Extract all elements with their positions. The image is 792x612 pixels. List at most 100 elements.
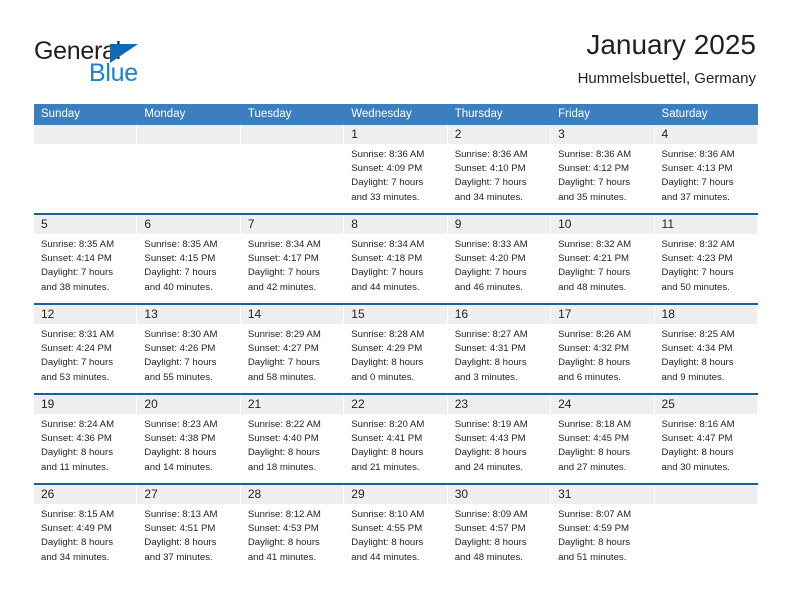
day-detail-line: Sunset: 4:49 PM: [41, 523, 112, 535]
day-detail-line: Sunset: 4:34 PM: [661, 343, 733, 355]
calendar-day-cell[interactable]: 24 Sunrise: 8:18 AM Sunset: 4:45 PM Dayligh…: [551, 395, 655, 483]
calendar-page: General Blue January 2025 Hummelsbuettel…: [0, 0, 792, 612]
day-number: 12: [41, 307, 55, 321]
day-detail-line: Sunset: 4:38 PM: [144, 433, 216, 445]
calendar-day-cell[interactable]: 1 Sunrise: 8:36 AM Sunset: 4:09 PM Daylight…: [344, 125, 448, 213]
calendar-day-cell[interactable]: 22 Sunrise: 8:20 AM Sunset: 4:41 PM Dayligh…: [344, 395, 448, 483]
calendar-day-cell[interactable]: 9 Sunrise: 8:33 AM Sunset: 4:20 PM Daylight…: [447, 215, 552, 303]
calendar-day-cell[interactable]: 31 Sunrise: 8:07 AM Sunset: 4:59 PM Dayligh…: [551, 485, 655, 573]
calendar-day-cell[interactable]: 7 Sunrise: 8:34 AM Sunset: 4:17 PM Daylight…: [240, 215, 345, 303]
day-detail-line: and 46 minutes.: [454, 281, 523, 293]
day-details: Sunrise: 8:35 AM Sunset: 4:14 PM Daylight:…: [34, 234, 136, 295]
day-number-band: [137, 125, 240, 144]
calendar-day-cell[interactable]: 2 Sunrise: 8:36 AM Sunset: 4:10 PM Daylight…: [447, 125, 552, 213]
day-detail-line: and 18 minutes.: [247, 461, 317, 473]
day-number: 15: [351, 307, 365, 321]
day-detail-line: Sunrise: 8:24 AM: [41, 419, 115, 430]
calendar-day-cell[interactable]: 8 Sunrise: 8:34 AM Sunset: 4:18 PM Daylight…: [344, 215, 448, 303]
day-detail-line: Daylight: 7 hours: [144, 357, 217, 369]
day-details: Sunrise: 8:32 AM Sunset: 4:21 PM Daylight:…: [551, 234, 653, 295]
day-details: Sunrise: 8:09 AM Sunset: 4:57 PM Daylight:…: [448, 504, 550, 565]
day-detail-line: and 48 minutes.: [558, 281, 627, 293]
calendar-day-cell[interactable]: 26 Sunrise: 8:15 AM Sunset: 4:49 PM Dayligh…: [34, 485, 138, 573]
day-detail-line: Daylight: 8 hours: [144, 447, 217, 459]
calendar-day-cell[interactable]: 15 Sunrise: 8:28 AM Sunset: 4:29 PM Dayligh…: [344, 305, 448, 393]
day-detail-line: Sunset: 4:10 PM: [454, 163, 526, 175]
day-detail-line: Daylight: 8 hours: [454, 537, 527, 549]
day-detail-line: Sunrise: 8:28 AM: [351, 329, 425, 340]
day-of-week-header-row: Sunday Monday Tuesday Wednesday Thursday Frid…: [34, 104, 758, 125]
calendar-day-cell-empty: [137, 125, 241, 213]
day-number-band: 2: [447, 125, 551, 144]
day-detail-line: Sunrise: 8:35 AM: [41, 239, 115, 250]
day-detail-line: and 55 minutes.: [144, 371, 213, 383]
day-detail-line: and 0 minutes.: [351, 371, 415, 383]
day-number-band: 29: [344, 485, 447, 504]
calendar-day-cell[interactable]: 27 Sunrise: 8:13 AM Sunset: 4:51 PM Dayligh…: [137, 485, 241, 573]
calendar-day-cell[interactable]: 11 Sunrise: 8:32 AM Sunset: 4:23 PM Dayligh…: [654, 215, 758, 303]
day-detail-line: Sunrise: 8:32 AM: [661, 239, 735, 250]
calendar-day-cell[interactable]: 14 Sunrise: 8:29 AM Sunset: 4:27 PM Dayligh…: [240, 305, 345, 393]
day-number-band: 26: [34, 485, 137, 504]
day-detail-line: Sunrise: 8:30 AM: [144, 329, 218, 340]
calendar-day-cell[interactable]: 23 Sunrise: 8:19 AM Sunset: 4:43 PM Dayligh…: [447, 395, 552, 483]
day-detail-line: Sunrise: 8:10 AM: [351, 509, 425, 520]
calendar-day-cell[interactable]: 17 Sunrise: 8:26 AM Sunset: 4:32 PM Dayligh…: [551, 305, 655, 393]
day-detail-line: Sunset: 4:43 PM: [454, 433, 526, 445]
day-number: 20: [144, 397, 158, 411]
calendar-day-cell[interactable]: 12 Sunrise: 8:31 AM Sunset: 4:24 PM Dayligh…: [34, 305, 138, 393]
day-details: Sunrise: 8:25 AM Sunset: 4:34 PM Daylight:…: [655, 324, 757, 385]
day-detail-line: and 42 minutes.: [247, 281, 317, 293]
calendar-day-cell[interactable]: 19 Sunrise: 8:24 AM Sunset: 4:36 PM Dayligh…: [34, 395, 138, 483]
day-of-week-header-monday: Monday: [144, 108, 186, 120]
day-detail-line: and 58 minutes.: [247, 371, 317, 383]
calendar-day-cell[interactable]: 20 Sunrise: 8:23 AM Sunset: 4:38 PM Dayligh…: [137, 395, 241, 483]
day-detail-line: Sunrise: 8:23 AM: [144, 419, 218, 430]
day-detail-line: and 14 minutes.: [144, 461, 213, 473]
day-detail-line: Sunset: 4:20 PM: [454, 253, 526, 265]
day-details: Sunrise: 8:36 AM Sunset: 4:10 PM Daylight:…: [448, 144, 550, 205]
day-detail-line: and 51 minutes.: [558, 551, 627, 563]
day-details: Sunrise: 8:22 AM Sunset: 4:40 PM Daylight:…: [241, 414, 343, 475]
calendar-day-cell[interactable]: 3 Sunrise: 8:36 AM Sunset: 4:12 PM Daylight…: [551, 125, 655, 213]
calendar-week-row: 26 Sunrise: 8:15 AM Sunset: 4:49 PM Dayligh…: [34, 483, 758, 573]
day-number-band: 17: [551, 305, 654, 324]
day-number: 21: [247, 397, 262, 411]
calendar-day-cell[interactable]: 10 Sunrise: 8:32 AM Sunset: 4:21 PM Dayligh…: [551, 215, 655, 303]
calendar-day-cell[interactable]: 29 Sunrise: 8:10 AM Sunset: 4:55 PM Dayligh…: [344, 485, 448, 573]
day-details: Sunrise: 8:23 AM Sunset: 4:38 PM Daylight:…: [137, 414, 239, 475]
day-detail-line: Sunrise: 8:22 AM: [247, 419, 321, 430]
day-number-band: 22: [344, 395, 447, 414]
day-detail-line: Sunset: 4:57 PM: [454, 523, 526, 535]
generalblue-logo[interactable]: General Blue: [34, 37, 234, 89]
day-details: Sunrise: 8:13 AM Sunset: 4:51 PM Daylight:…: [137, 504, 239, 565]
day-detail-line: Sunrise: 8:18 AM: [558, 419, 632, 430]
day-detail-line: Daylight: 7 hours: [351, 267, 424, 279]
day-detail-line: Sunset: 4:51 PM: [144, 523, 216, 535]
page-title: January 2025: [586, 29, 756, 60]
day-number: 25: [661, 397, 675, 411]
day-detail-line: Sunrise: 8:29 AM: [247, 329, 321, 340]
day-details: Sunrise: 8:12 AM Sunset: 4:53 PM Daylight:…: [241, 504, 343, 565]
calendar-day-cell[interactable]: 21 Sunrise: 8:22 AM Sunset: 4:40 PM Dayligh…: [240, 395, 345, 483]
day-details: Sunrise: 8:36 AM Sunset: 4:09 PM Daylight:…: [344, 144, 446, 205]
calendar-day-cell[interactable]: 25 Sunrise: 8:16 AM Sunset: 4:47 PM Dayligh…: [654, 395, 758, 483]
calendar-day-cell[interactable]: 16 Sunrise: 8:27 AM Sunset: 4:31 PM Dayligh…: [447, 305, 552, 393]
day-detail-line: Sunrise: 8:36 AM: [454, 149, 528, 160]
day-details: Sunrise: 8:30 AM Sunset: 4:26 PM Daylight:…: [137, 324, 239, 385]
calendar-day-cell[interactable]: 5 Sunrise: 8:35 AM Sunset: 4:14 PM Daylight…: [34, 215, 138, 303]
day-detail-line: Daylight: 8 hours: [247, 537, 320, 549]
calendar-day-cell[interactable]: 4 Sunrise: 8:36 AM Sunset: 4:13 PM Daylight…: [654, 125, 758, 213]
calendar-day-cell[interactable]: 13 Sunrise: 8:30 AM Sunset: 4:26 PM Dayligh…: [137, 305, 241, 393]
calendar-day-cell[interactable]: 6 Sunrise: 8:35 AM Sunset: 4:15 PM Daylight…: [137, 215, 241, 303]
calendar-day-cell[interactable]: 18 Sunrise: 8:25 AM Sunset: 4:34 PM Dayligh…: [654, 305, 758, 393]
day-detail-line: Daylight: 7 hours: [454, 177, 527, 189]
calendar-day-cell[interactable]: 28 Sunrise: 8:12 AM Sunset: 4:53 PM Dayligh…: [240, 485, 345, 573]
day-number-band: 10: [551, 215, 654, 234]
day-details: Sunrise: 8:29 AM Sunset: 4:27 PM Daylight:…: [241, 324, 343, 385]
day-number-band: [34, 125, 137, 144]
calendar-week-row: 12 Sunrise: 8:31 AM Sunset: 4:24 PM Dayligh…: [34, 303, 758, 393]
day-number: 23: [454, 397, 469, 411]
day-number-band: 23: [447, 395, 551, 414]
calendar-day-cell[interactable]: 30 Sunrise: 8:09 AM Sunset: 4:57 PM Dayligh…: [447, 485, 552, 573]
